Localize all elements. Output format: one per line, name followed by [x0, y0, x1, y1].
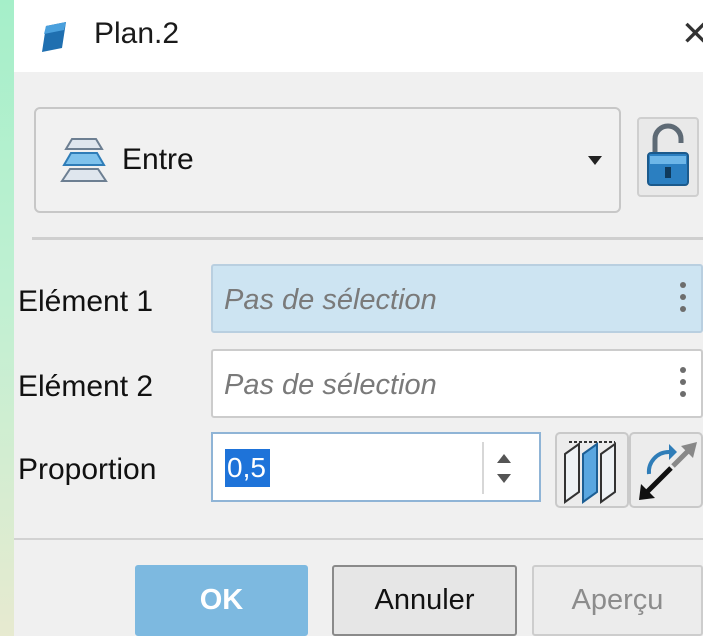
plane-definition-dialog: Plan.2 ✕ Entre Elément 1 Pas de sélectio… [14, 0, 703, 636]
proportion-value[interactable]: 0,5 [225, 449, 270, 487]
ok-button[interactable]: OK [135, 565, 308, 636]
proportion-spinner[interactable]: 0,5 [211, 432, 541, 502]
dropdown-arrow-icon[interactable] [588, 156, 602, 165]
spin-down-icon[interactable] [497, 474, 511, 483]
more-options-icon[interactable] [679, 282, 687, 320]
plane-type-value: Entre [122, 143, 194, 176]
middle-plane-icon [564, 441, 616, 504]
title-bar[interactable]: Plan.2 ✕ [14, 0, 703, 72]
close-icon[interactable]: ✕ [681, 14, 703, 54]
element1-field[interactable]: Pas de sélection [211, 264, 703, 333]
element2-label: Elément 2 [18, 370, 154, 403]
element1-label: Elément 1 [18, 285, 154, 318]
plane-type-combo[interactable]: Entre [34, 107, 621, 213]
cancel-button[interactable]: Annuler [332, 565, 517, 636]
reverse-direction-button[interactable] [629, 432, 703, 508]
window-title: Plan.2 [94, 17, 180, 50]
proportion-label: Proportion [18, 453, 157, 486]
reverse-direction-icon [639, 442, 697, 500]
element1-placeholder: Pas de sélection [224, 284, 437, 316]
padlock-open-icon [647, 123, 689, 186]
separator [32, 237, 703, 240]
middle-plane-button[interactable] [555, 432, 629, 508]
spin-buttons [482, 442, 522, 494]
spin-up-icon[interactable] [497, 454, 511, 463]
element2-placeholder: Pas de sélection [224, 369, 437, 401]
preview-button[interactable]: Aperçu [532, 565, 703, 636]
lock-button[interactable] [637, 117, 699, 197]
plane-feature-icon [42, 22, 66, 52]
element2-field[interactable]: Pas de sélection [211, 349, 703, 418]
between-planes-icon [60, 138, 108, 182]
more-options-icon[interactable] [679, 367, 687, 405]
footer-separator [14, 538, 703, 540]
